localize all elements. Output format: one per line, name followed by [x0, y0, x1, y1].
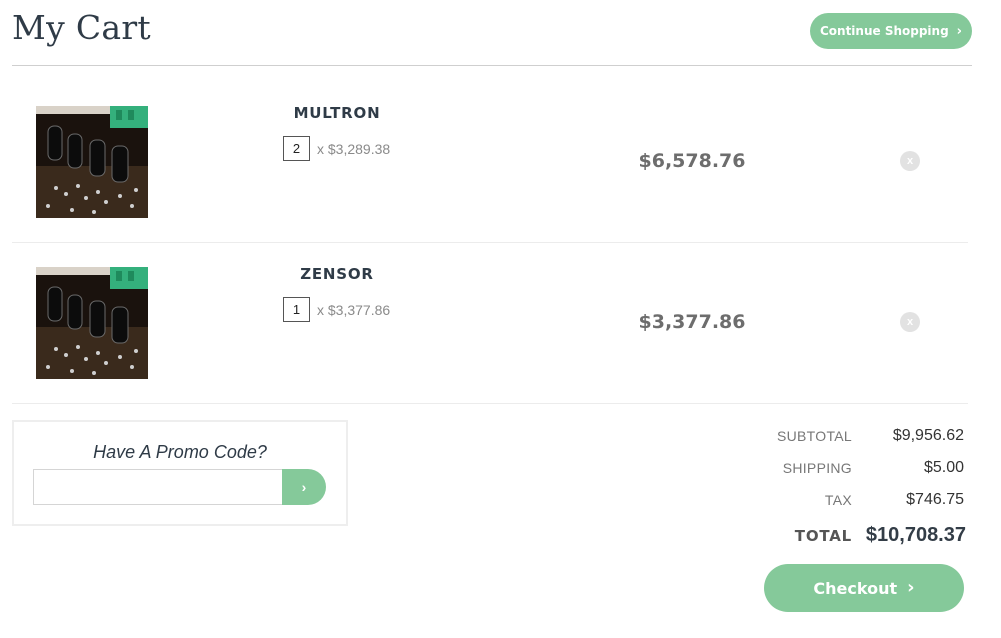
- remove-item-button[interactable]: x: [900, 312, 920, 332]
- checkout-label: Checkout: [813, 578, 898, 598]
- product-name[interactable]: ZENSOR: [252, 265, 422, 283]
- total-label: TOTAL: [794, 527, 852, 545]
- quantity-input[interactable]: 1: [283, 297, 310, 322]
- unit-price: x $3,289.38: [317, 140, 391, 157]
- page-title: My Cart: [12, 8, 151, 47]
- chevron-right-icon: ›: [907, 577, 915, 598]
- cart-item-row: MULTRON 2 x $3,289.38 $6,578.76 x: [12, 82, 968, 243]
- promo-code-input[interactable]: [33, 469, 283, 505]
- quantity-line: 2 x $3,289.38: [283, 136, 390, 161]
- close-icon: x: [906, 316, 914, 328]
- quantity-line: 1 x $3,377.86: [283, 297, 390, 322]
- unit-price: x $3,377.86: [317, 301, 391, 318]
- cart-item-row: ZENSOR 1 x $3,377.86 $3,377.86 x: [12, 243, 968, 404]
- header-divider: [12, 65, 972, 66]
- subtotal-label: SUBTOTAL: [776, 428, 852, 444]
- chevron-right-icon: ›: [956, 23, 963, 39]
- tax-value: $746.75: [906, 491, 964, 508]
- product-name[interactable]: MULTRON: [252, 104, 422, 122]
- chevron-right-icon: ›: [301, 479, 307, 495]
- product-image[interactable]: [36, 106, 148, 218]
- total-value: $10,708.37: [865, 524, 966, 546]
- promo-code-box: Have A Promo Code? ›: [12, 420, 348, 526]
- continue-shopping-button[interactable]: Continue Shopping ›: [810, 13, 972, 49]
- line-total: $6,578.76: [638, 150, 746, 172]
- product-image[interactable]: [36, 267, 148, 379]
- remove-item-button[interactable]: x: [900, 151, 920, 171]
- close-icon: x: [906, 155, 914, 167]
- checkout-button[interactable]: Checkout ›: [764, 564, 964, 612]
- quantity-input[interactable]: 2: [283, 136, 310, 161]
- shipping-value: $5.00: [923, 459, 964, 476]
- continue-shopping-label: Continue Shopping: [819, 24, 949, 38]
- promo-apply-button[interactable]: ›: [282, 469, 326, 505]
- tax-label: TAX: [824, 492, 852, 508]
- subtotal-value: $9,956.62: [892, 427, 964, 444]
- shipping-label: SHIPPING: [782, 460, 852, 476]
- row-divider: [12, 403, 968, 404]
- line-total: $3,377.86: [638, 311, 746, 333]
- promo-title: Have A Promo Code?: [93, 442, 267, 462]
- cart-page: My Cart Continue Shopping › MULTRON 2 x …: [0, 0, 1001, 638]
